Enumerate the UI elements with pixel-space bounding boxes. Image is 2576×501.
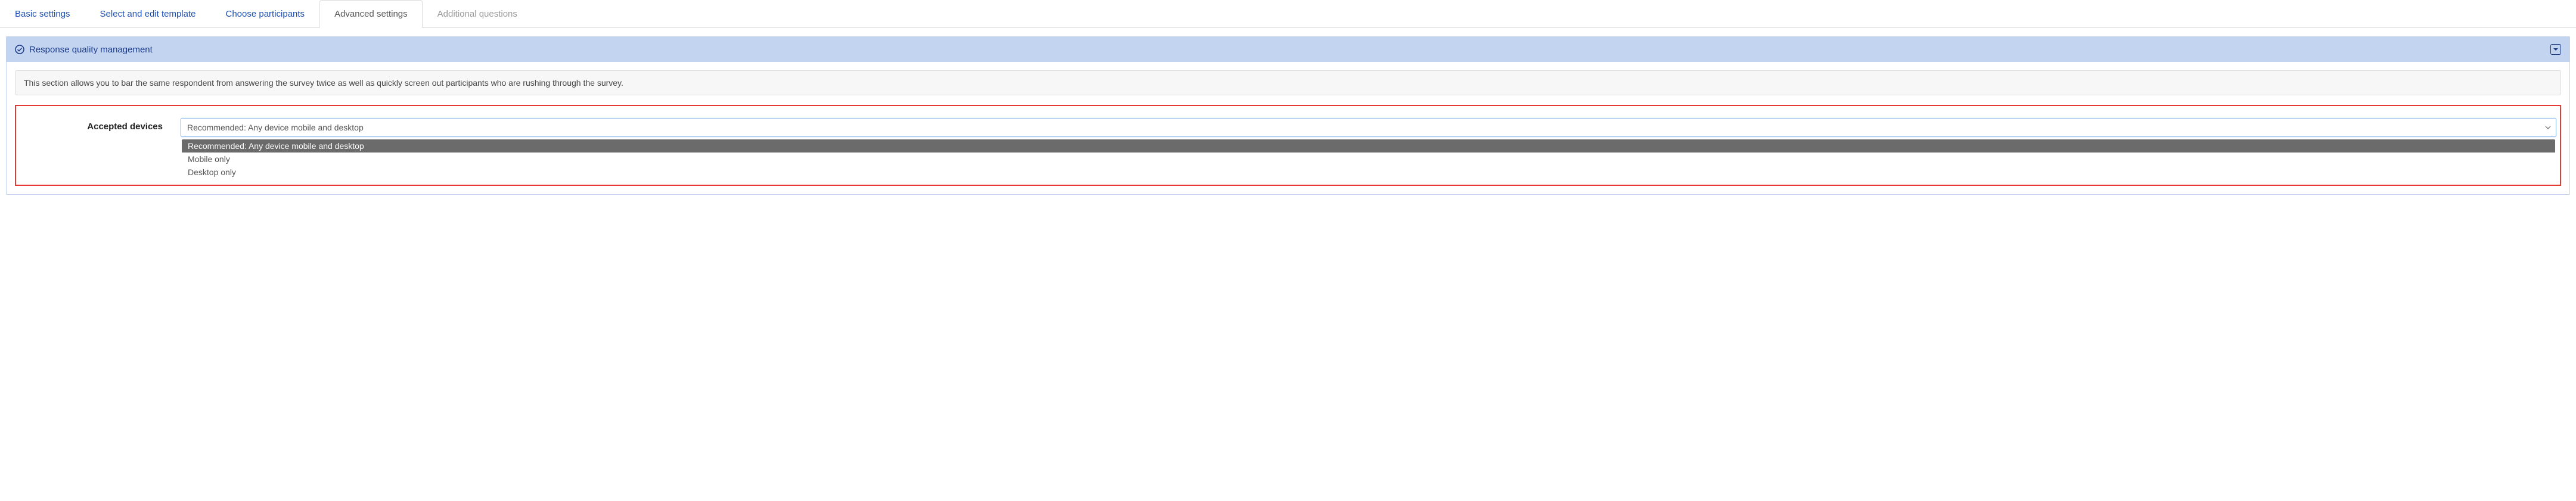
tab-choose-participants[interactable]: Choose participants <box>210 0 319 28</box>
tab-select-template[interactable]: Select and edit template <box>85 0 211 28</box>
panel-header-left: Response quality management <box>15 45 153 55</box>
panel-info-text: This section allows you to bar the same … <box>15 70 2561 95</box>
option-desktop-only[interactable]: Desktop only <box>182 166 2555 179</box>
caret-down-icon <box>2553 46 2559 52</box>
tab-additional-questions[interactable]: Additional questions <box>423 0 532 28</box>
tab-bar: Basic settings Select and edit template … <box>0 0 2576 28</box>
option-mobile-only[interactable]: Mobile only <box>182 153 2555 166</box>
chevron-down-icon <box>2545 123 2551 132</box>
tab-basic-settings[interactable]: Basic settings <box>0 0 85 28</box>
option-any-device[interactable]: Recommended: Any device mobile and deskt… <box>182 139 2555 153</box>
accepted-devices-label: Accepted devices <box>20 118 163 132</box>
accepted-devices-select[interactable]: Recommended: Any device mobile and deskt… <box>181 118 2556 137</box>
collapse-toggle[interactable] <box>2550 44 2561 55</box>
panel-body: This section allows you to bar the same … <box>7 62 2569 194</box>
accepted-devices-control: Recommended: Any device mobile and deskt… <box>181 118 2556 179</box>
accepted-devices-dropdown: Recommended: Any device mobile and deskt… <box>182 139 2555 179</box>
check-circle-icon <box>15 45 24 54</box>
accepted-devices-row: Accepted devices Recommended: Any device… <box>15 105 2561 186</box>
panel-response-quality: Response quality management This section… <box>6 36 2570 195</box>
panel-title: Response quality management <box>29 45 153 55</box>
accepted-devices-value: Recommended: Any device mobile and deskt… <box>187 123 364 132</box>
panel-header[interactable]: Response quality management <box>7 37 2569 62</box>
tab-advanced-settings[interactable]: Advanced settings <box>319 0 423 28</box>
